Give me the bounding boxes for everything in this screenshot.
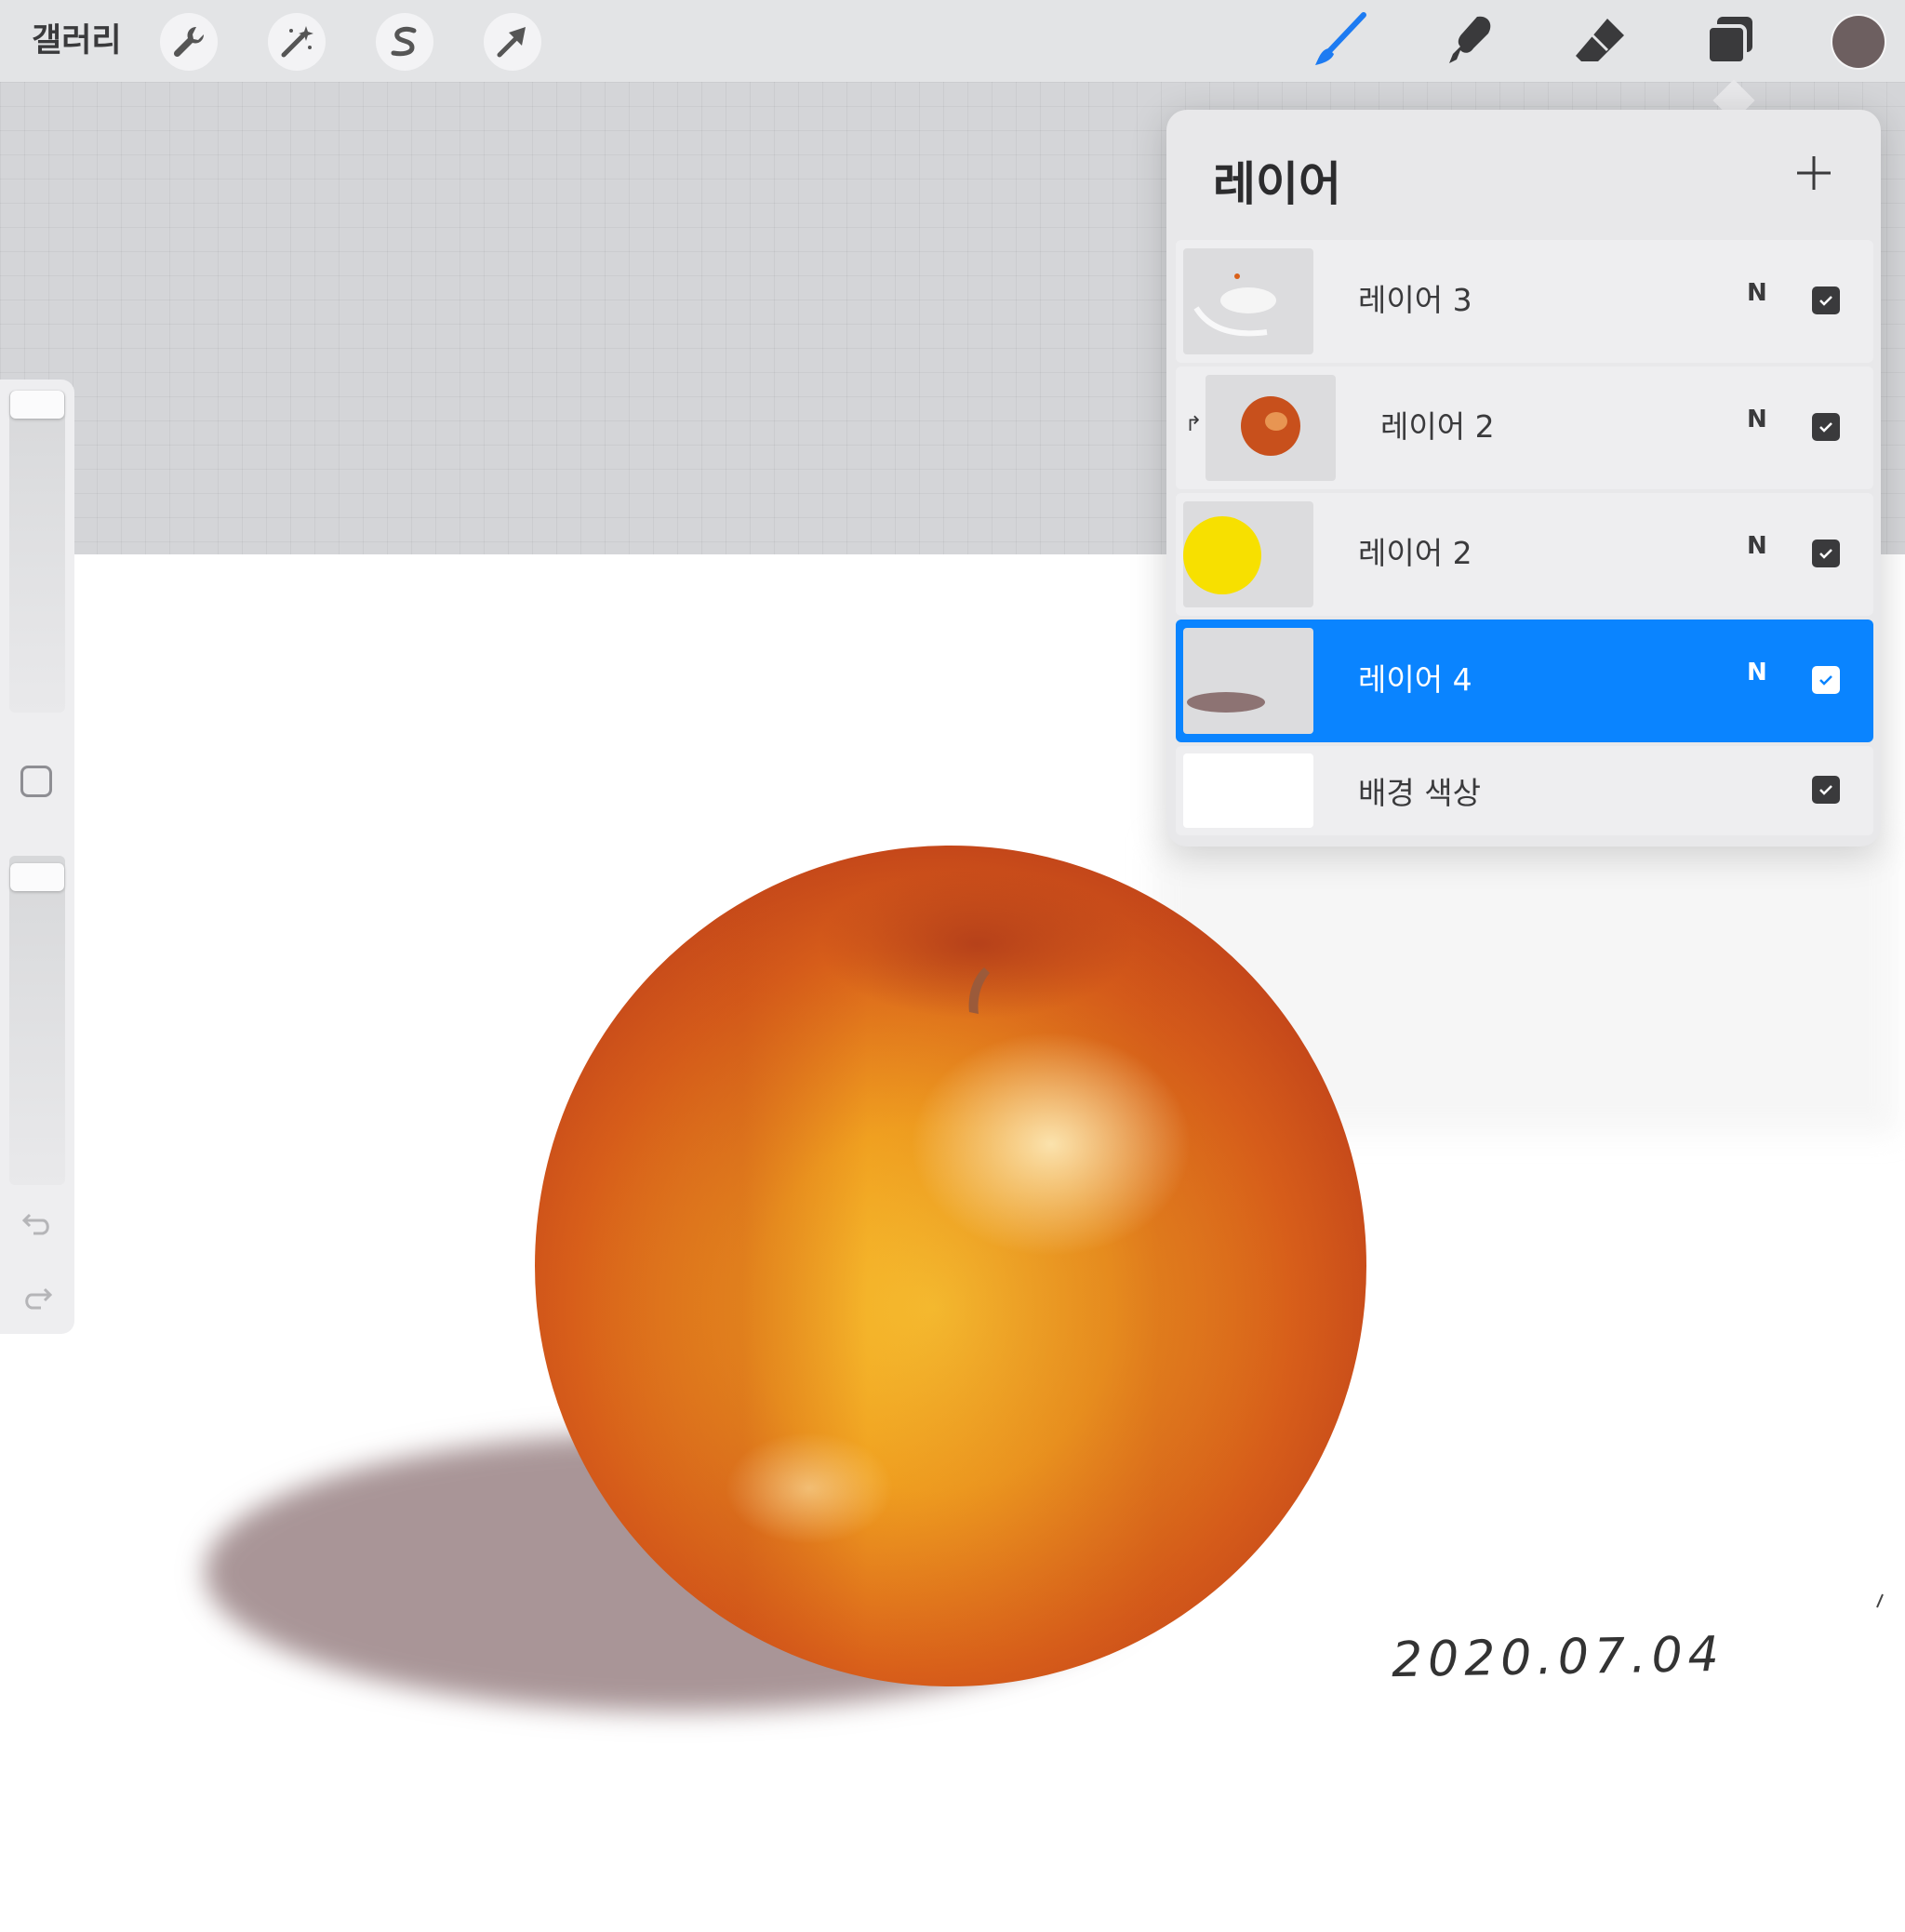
brush-size-slider[interactable] xyxy=(9,391,65,713)
layers-panel: 레이어 레이어 3 N ↱ 레이어 2 N 레이어 2 N 레이어 4 N 배경… xyxy=(1166,110,1881,846)
blend-mode-button[interactable]: N xyxy=(1747,406,1767,433)
visibility-checkbox[interactable] xyxy=(1812,413,1840,441)
transform-arrow-icon xyxy=(497,27,526,58)
check-icon xyxy=(1819,785,1832,795)
layer-thumbnail xyxy=(1206,375,1336,481)
redo-icon xyxy=(25,1287,53,1310)
selection-icon xyxy=(391,26,417,57)
top-toolbar: 갤러리 xyxy=(0,0,1905,82)
eraser-button[interactable] xyxy=(1568,9,1632,73)
check-icon xyxy=(1819,422,1832,433)
background-color-row[interactable]: 배경 색상 xyxy=(1176,746,1873,835)
color-picker-button[interactable] xyxy=(1832,16,1885,68)
blend-mode-button[interactable]: N xyxy=(1747,279,1767,307)
layer-name: 배경 색상 xyxy=(1358,775,1481,811)
layer-thumbnail xyxy=(1183,248,1313,354)
left-sidebar xyxy=(0,380,74,1334)
brush-size-thumb[interactable] xyxy=(10,391,64,419)
apple-highlight xyxy=(912,1033,1191,1256)
undo-icon xyxy=(21,1213,49,1235)
panel-title: 레이어 xyxy=(1213,157,1341,211)
add-layer-button[interactable] xyxy=(1788,147,1840,199)
blend-mode-button[interactable]: N xyxy=(1747,532,1767,560)
blend-mode-button[interactable]: N xyxy=(1747,659,1767,686)
selection-button[interactable] xyxy=(376,13,433,71)
layer-name: 레이어 3 xyxy=(1358,282,1472,318)
visibility-checkbox[interactable] xyxy=(1812,776,1840,804)
transform-button[interactable] xyxy=(484,13,541,71)
eraser-icon xyxy=(1576,19,1624,61)
undo-button[interactable] xyxy=(19,1206,56,1243)
visibility-checkbox[interactable] xyxy=(1812,666,1840,694)
wrench-icon xyxy=(173,26,205,58)
layers-icon xyxy=(1706,17,1752,65)
modify-button[interactable] xyxy=(20,766,52,797)
visibility-checkbox[interactable] xyxy=(1812,286,1840,314)
layer-name: 레이어 4 xyxy=(1358,661,1472,698)
layer-name: 레이어 2 xyxy=(1358,535,1472,571)
brush-opacity-slider[interactable] xyxy=(9,856,65,1185)
check-icon xyxy=(1819,675,1832,686)
brush-icon xyxy=(1315,12,1366,65)
check-icon xyxy=(1819,549,1832,559)
layer-row[interactable]: 레이어 2 N xyxy=(1176,493,1873,616)
actions-button[interactable] xyxy=(160,13,218,71)
brush-opacity-thumb[interactable] xyxy=(10,863,64,891)
signature-date: 2020.07.04 xyxy=(1391,1626,1725,1689)
layer-thumbnail xyxy=(1183,628,1313,734)
layer-row[interactable]: ↱ 레이어 2 N xyxy=(1176,366,1873,489)
clipping-mask-icon: ↱ xyxy=(1185,413,1203,436)
layer-row[interactable]: 레이어 3 N xyxy=(1176,240,1873,363)
smudge-button[interactable] xyxy=(1438,9,1501,73)
smudge-icon xyxy=(1449,16,1491,63)
layer-name: 레이어 2 xyxy=(1380,408,1495,445)
magic-wand-icon xyxy=(281,26,313,58)
brush-button[interactable] xyxy=(1308,9,1371,73)
layer-row-selected[interactable]: 레이어 4 N xyxy=(1176,620,1873,742)
layers-button[interactable] xyxy=(1699,9,1762,73)
redo-button[interactable] xyxy=(19,1280,56,1317)
plus-icon xyxy=(1797,156,1831,190)
layer-thumbnail xyxy=(1183,501,1313,607)
check-icon xyxy=(1819,296,1832,306)
visibility-checkbox[interactable] xyxy=(1812,540,1840,567)
background-thumbnail xyxy=(1183,753,1313,828)
adjustments-button[interactable] xyxy=(268,13,326,71)
gallery-button[interactable]: 갤러리 xyxy=(32,19,122,63)
